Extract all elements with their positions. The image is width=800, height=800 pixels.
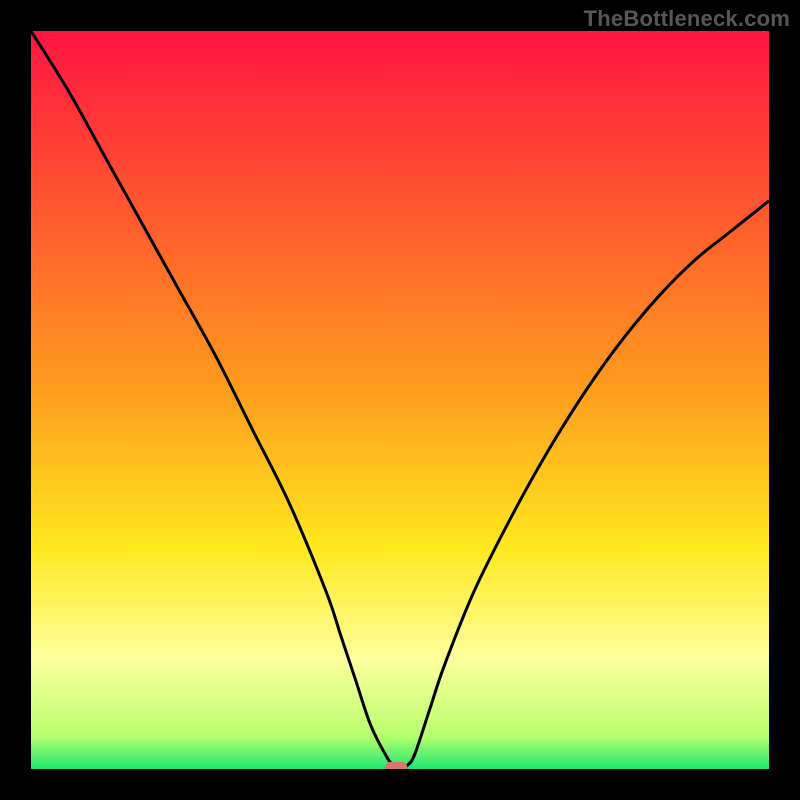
gradient-background (31, 31, 769, 769)
chart-svg (31, 31, 769, 769)
plot-area (31, 31, 769, 769)
minimum-marker (385, 762, 407, 769)
watermark-text: TheBottleneck.com (584, 6, 790, 32)
chart-frame: TheBottleneck.com (0, 0, 800, 800)
